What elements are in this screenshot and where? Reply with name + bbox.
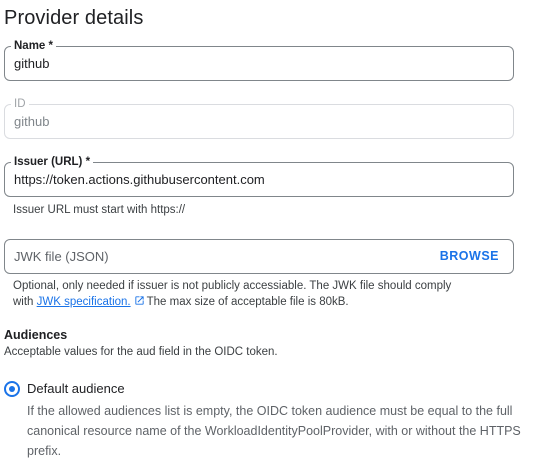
external-link-icon[interactable]	[134, 295, 145, 306]
default-audience-radio[interactable]	[4, 381, 20, 397]
default-audience-description: If the allowed audiences list is empty, …	[27, 404, 521, 458]
page-title: Provider details	[4, 7, 144, 29]
jwk-specification-link[interactable]: JWK specification.	[37, 296, 131, 308]
name-field[interactable]: Name * github	[4, 39, 514, 81]
id-field-label: ID	[11, 97, 29, 111]
default-audience-label[interactable]: Default audience	[27, 381, 125, 396]
issuer-url-field-label: Issuer (URL) *	[11, 155, 94, 169]
jwk-file-hint-line1: Optional, only needed if issuer is not p…	[13, 280, 452, 292]
jwk-file-hint: Optional, only needed if issuer is not p…	[13, 278, 451, 310]
issuer-url-hint: Issuer URL must start with https://	[13, 204, 186, 216]
jwk-file-hint-line2: with JWK specification. The max size of a…	[13, 294, 451, 310]
name-field-label: Name *	[11, 39, 56, 53]
id-field-value: github	[14, 114, 50, 129]
name-field-value[interactable]: github	[14, 56, 49, 71]
jwk-hint-prefix: with	[13, 296, 34, 308]
issuer-url-field[interactable]: Issuer (URL) * https://token.actions.git…	[4, 155, 514, 197]
audiences-description: Acceptable values for the aud field in t…	[4, 346, 278, 358]
audiences-title: Audiences	[4, 328, 68, 342]
jwk-file-field[interactable]: JWK file (JSON) BROWSE	[4, 239, 514, 274]
id-field: ID github	[4, 97, 514, 139]
browse-button[interactable]: BROWSE	[440, 249, 499, 263]
jwk-file-placeholder: JWK file (JSON)	[14, 249, 109, 264]
issuer-url-field-value[interactable]: https://token.actions.githubusercontent.…	[14, 172, 265, 187]
jwk-hint-suffix: The max size of acceptable file is 80kB.	[146, 296, 349, 308]
